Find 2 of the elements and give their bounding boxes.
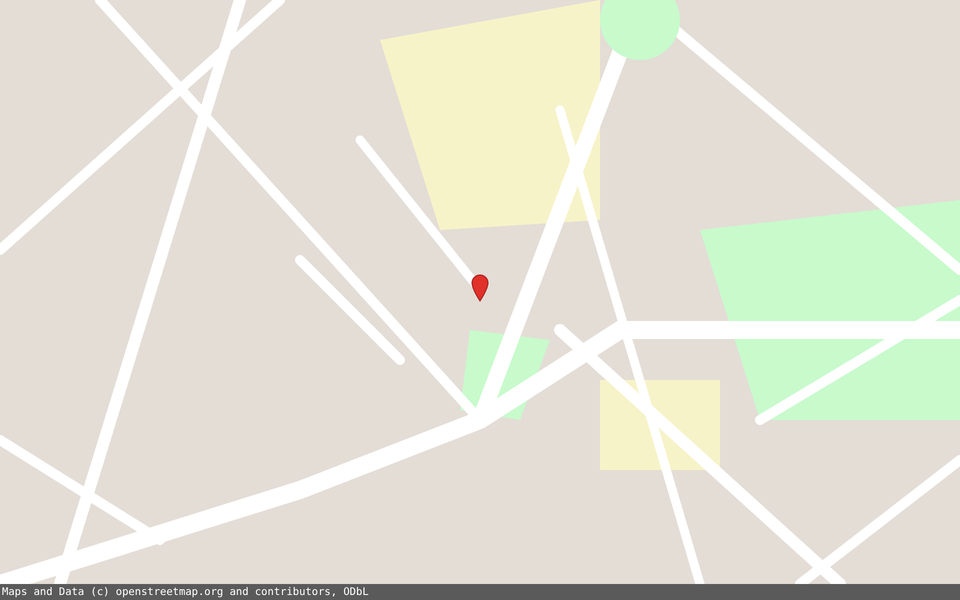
map-pin-icon[interactable] [471, 274, 489, 302]
map-attribution: Maps and Data (c) openstreetmap.org and contributors, ODbL [0, 584, 960, 600]
